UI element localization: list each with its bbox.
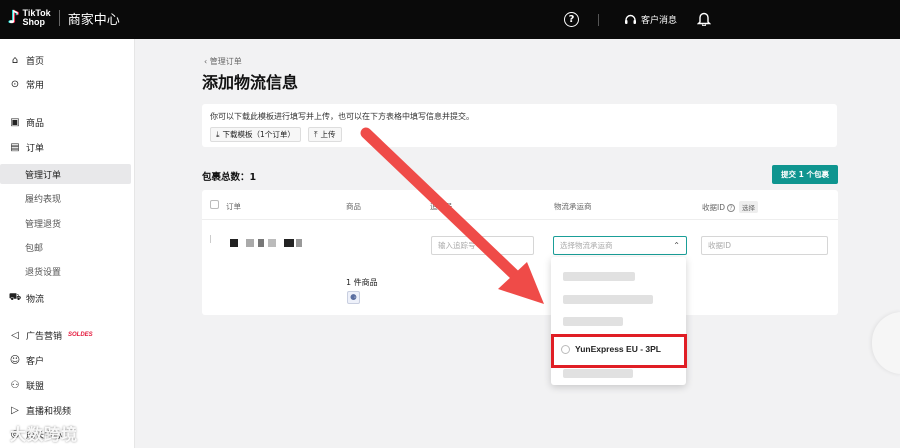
breadcrumb[interactable]: ‹ 管理订单 [204, 56, 242, 67]
sidebar-item-orders[interactable]: ▤ 订单 [0, 137, 131, 157]
column-header-tracking: 追踪号 [430, 202, 453, 211]
top-bar: ♪ TikTok Shop 商家中心 ? 客户消息 [0, 0, 900, 39]
star-circle-icon: ⊙ [10, 78, 20, 90]
sidebar-item-label: 订单 [26, 143, 45, 154]
breadcrumb-label: 管理订单 [209, 57, 242, 66]
soldes-badge: SOLDES [68, 332, 93, 338]
submit-packages-button[interactable]: 提交 1 个包裹 [772, 165, 838, 184]
redacted-carrier-option[interactable] [563, 295, 653, 304]
upload-icon: ⤒ [314, 129, 318, 139]
receipt-header-label: 收据ID [702, 203, 725, 212]
sidebar-item-label: 首页 [26, 56, 45, 67]
sidebar-item-marketing[interactable]: ◁ 广告营销 SOLDES [0, 325, 131, 345]
sidebar-item-label: 联盟 [26, 381, 45, 392]
tiktok-note-icon: ♪ [8, 7, 20, 28]
product-icon: ▣ [10, 116, 20, 128]
download-template-button[interactable]: ⤓ 下载模板（1个订单） [210, 127, 301, 142]
sidebar-item-favorites[interactable]: ⊙ 常用 [0, 74, 131, 94]
bell-icon[interactable] [696, 11, 712, 29]
sidebar-item-label: 常用 [26, 80, 45, 91]
download-icon: ⤓ [216, 129, 220, 139]
sidebar-item-affiliate[interactable]: ⚇ 联盟 [0, 375, 131, 395]
app-title: 商家中心 [67, 12, 120, 28]
sidebar-item-label: 客户 [26, 356, 45, 367]
main-content: ‹ 管理订单 添加物流信息 你可以下载此模板进行填写并上传，也可以在下方表格中填… [136, 39, 900, 448]
customer-messages-label: 客户消息 [641, 16, 678, 26]
column-header-receipt: 收据ID? 选择 [702, 201, 758, 213]
highlight-box [551, 334, 687, 368]
sidebar-item-free-shipping[interactable]: 包邮 [0, 237, 131, 257]
package-count: 包裹总数：1 [202, 172, 257, 183]
sidebar-item-customers[interactable]: ☺ 客户 [0, 350, 131, 370]
sidebar-item-home[interactable]: ⌂ 首页 [0, 50, 131, 70]
redacted-carrier-option[interactable] [563, 272, 635, 281]
receipt-id-input[interactable]: 收据ID [701, 236, 828, 255]
logo-text: TikTok Shop [22, 8, 51, 27]
select-all-checkbox[interactable] [210, 200, 219, 209]
sidebar-item-return-settings[interactable]: 退货设置 [0, 261, 131, 281]
redacted-order-id [230, 239, 238, 247]
tracking-placeholder: 输入追踪号 [438, 241, 476, 250]
redacted-order-id [296, 239, 302, 247]
sidebar-item-label: 直播和视频 [26, 406, 72, 417]
sidebar-item-label: 广告营销 [26, 331, 63, 342]
page-title: 添加物流信息 [202, 73, 299, 92]
sidebar-item-label: 管理订单 [25, 170, 62, 181]
carrier-placeholder: 选择物流承运商 [560, 241, 613, 250]
sidebar-item-logistics[interactable]: ⛟ 物流 [0, 288, 131, 308]
headset-icon [625, 14, 636, 24]
redacted-order-id [284, 239, 294, 247]
table-header: 订单 商品 追踪号 物流承运商 收据ID? 选择 [202, 190, 838, 220]
download-template-label: 下载模板（1个订单） [222, 130, 295, 139]
help-icon[interactable]: ? [727, 204, 735, 212]
column-header-order: 订单 [226, 202, 241, 211]
customer-icon: ☺ [9, 354, 21, 366]
chevron-up-icon: ⌃ [673, 241, 680, 250]
sidebar: ⌂ 首页 ⊙ 常用 ▣ 商品 ▤ 订单 管理订单 履约表现 管理退货 包邮 退货设置 ⛟… [0, 39, 135, 448]
sidebar-item-label: 退货设置 [25, 267, 62, 278]
sidebar-item-label: 包邮 [25, 243, 44, 254]
logo-divider [58, 10, 60, 26]
tracking-number-input[interactable]: 输入追踪号 [431, 236, 534, 255]
order-icon: ▤ [10, 141, 20, 153]
truck-icon: ⛟ [8, 291, 22, 303]
upload-label: 上传 [320, 130, 336, 139]
info-text: 你可以下载此模板进行填写并上传，也可以在下方表格中填写信息并提交。 [210, 112, 474, 121]
topbar-divider [598, 14, 599, 26]
redacted-carrier-option[interactable] [563, 317, 623, 326]
watermark: 大数跨境 [10, 425, 79, 444]
redacted-order-id [246, 239, 254, 247]
row-checkbox[interactable] [210, 235, 211, 243]
redacted-order-id [258, 239, 264, 247]
alliance-icon: ⚇ [10, 379, 20, 391]
sidebar-item-label: 商品 [26, 118, 45, 129]
redacted-carrier-option[interactable] [563, 369, 633, 378]
home-icon: ⌂ [11, 54, 19, 66]
sidebar-item-returns[interactable]: 管理退货 [0, 213, 131, 233]
sidebar-item-manage-orders[interactable]: 管理订单 [0, 164, 131, 184]
column-header-carrier: 物流承运商 [554, 202, 592, 211]
gamepad-icon[interactable]: ⚈ [347, 291, 360, 304]
sidebar-item-label: 管理退货 [25, 219, 62, 230]
choose-tag[interactable]: 选择 [739, 201, 758, 213]
sidebar-item-products[interactable]: ▣ 商品 [0, 112, 131, 132]
sidebar-item-fulfillment[interactable]: 履约表现 [0, 188, 131, 208]
product-quantity: 1 件商品 [346, 278, 378, 287]
sidebar-item-label: 履约表现 [25, 194, 62, 205]
receipt-placeholder: 收据ID [708, 241, 731, 250]
question-circle-icon[interactable]: ? [564, 12, 579, 27]
upload-button[interactable]: ⤒ 上传 [308, 127, 342, 142]
sidebar-item-label: 物流 [26, 294, 45, 305]
redacted-order-id [268, 239, 276, 247]
megaphone-icon: ◁ [11, 329, 19, 341]
column-header-product: 商品 [346, 202, 361, 211]
template-info-card: 你可以下载此模板进行填写并上传，也可以在下方表格中填写信息并提交。 ⤓ 下载模板（… [202, 104, 837, 147]
customer-messages-button[interactable]: 客户消息 [624, 13, 677, 26]
tiktok-shop-logo[interactable]: ♪ TikTok Shop 商家中心 [8, 8, 120, 28]
carrier-select[interactable]: 选择物流承运商 ⌃ [553, 236, 687, 255]
sidebar-item-live-video[interactable]: ▷ 直播和视频 [0, 400, 131, 420]
live-icon: ▷ [11, 404, 19, 416]
